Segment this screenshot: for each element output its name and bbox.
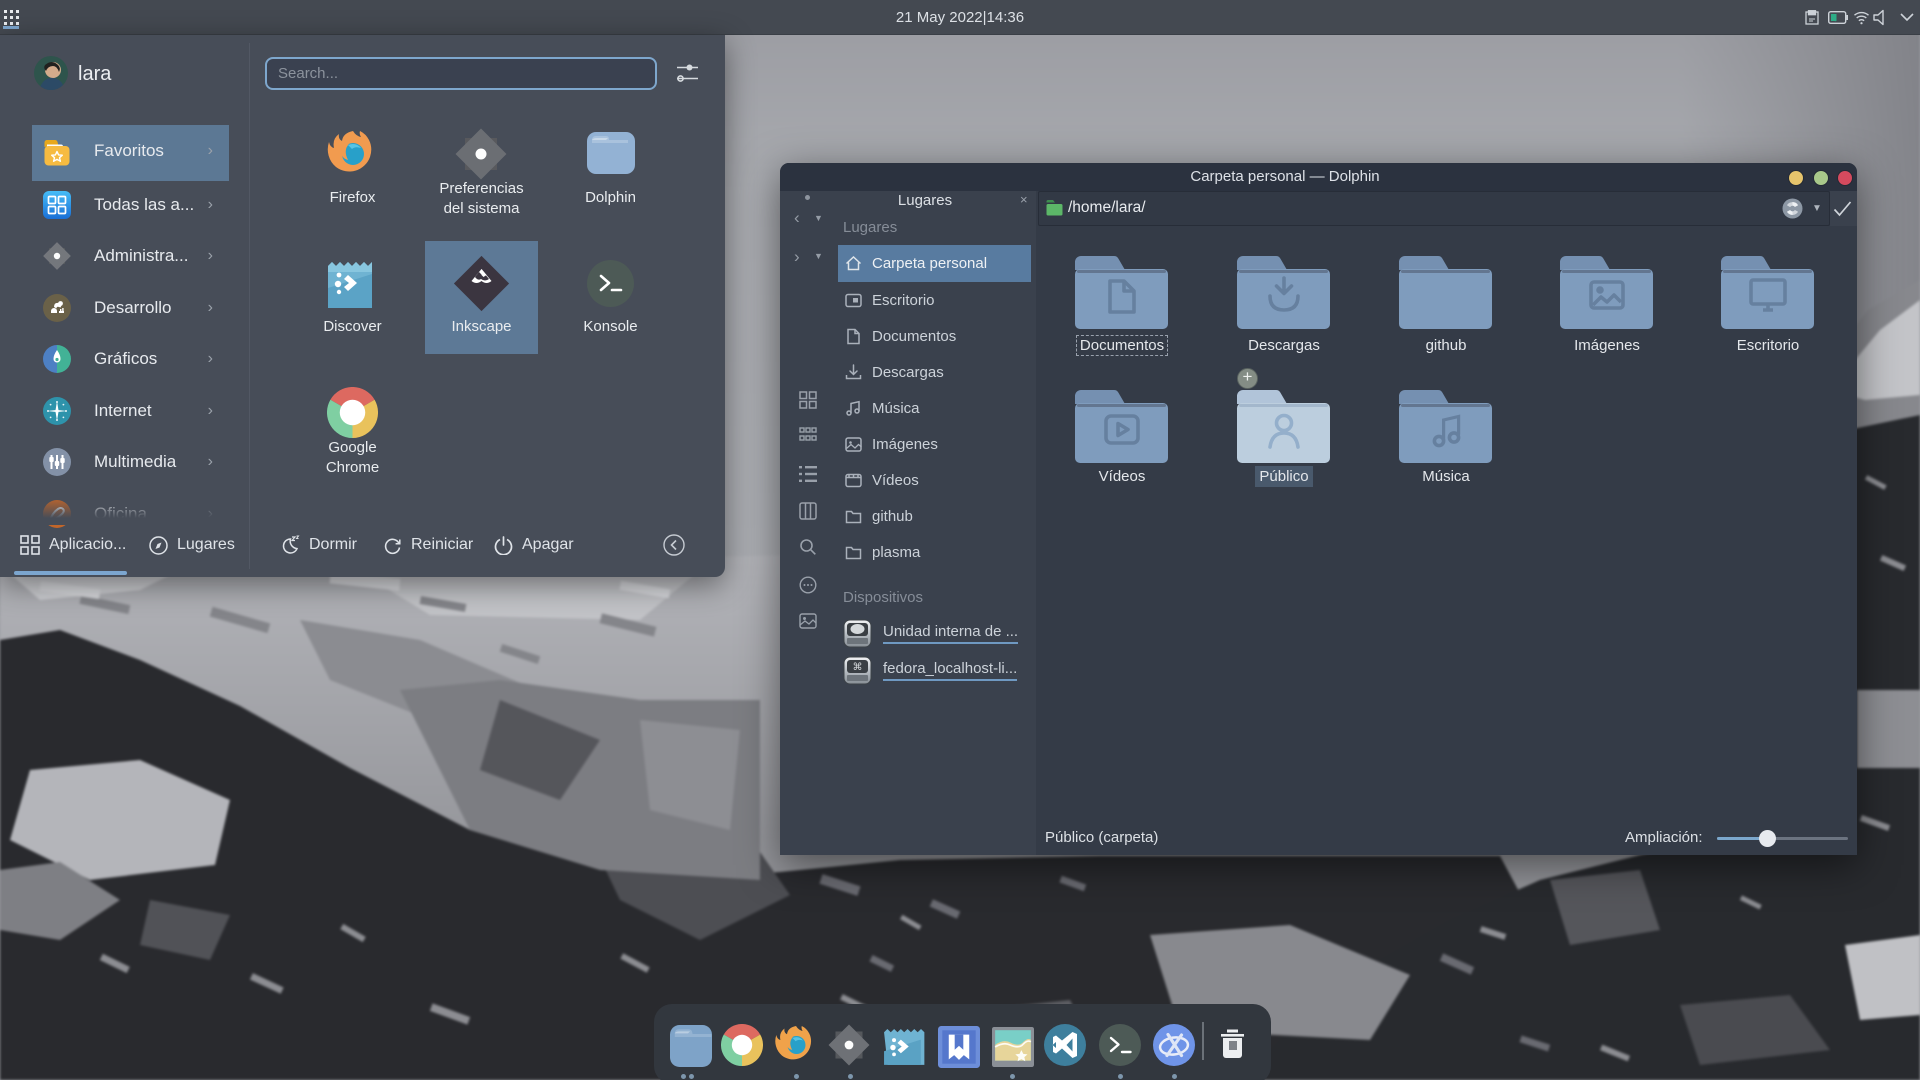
svg-text:⌘: ⌘ <box>853 662 863 673</box>
